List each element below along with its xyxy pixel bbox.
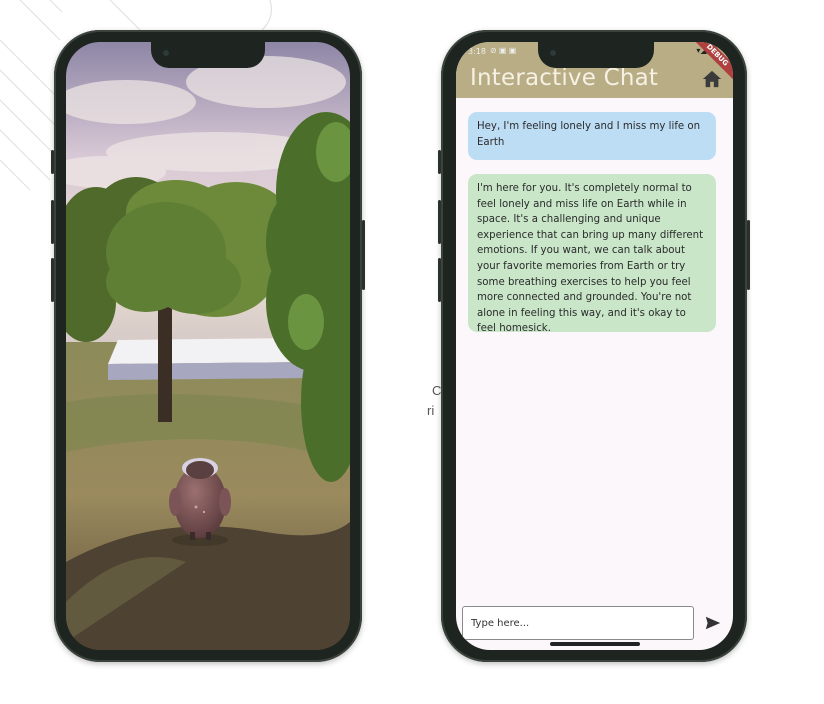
background-text-fragment: C xyxy=(432,383,442,398)
chat-screen: 3:18 ⊘ ▣ ▣ ▾◢▮ Interactive Chat DEBUG He… xyxy=(456,42,733,650)
message-input-container xyxy=(462,606,694,640)
camera-icon xyxy=(163,50,169,56)
phone-side-button xyxy=(51,200,54,244)
assistant-message: I'm here for you. It's completely normal… xyxy=(468,174,716,334)
phone-side-button xyxy=(438,200,441,244)
phone-side-button xyxy=(747,220,750,290)
phone-notch xyxy=(151,42,265,68)
status-notification-icons: ⊘ ▣ ▣ xyxy=(490,46,517,55)
phone-side-button xyxy=(51,150,54,174)
phone-side-button xyxy=(438,258,441,302)
white-block-side xyxy=(108,362,312,380)
home-indicator xyxy=(550,642,640,646)
phone-game-view xyxy=(51,30,365,662)
app-title: Interactive Chat xyxy=(470,65,659,91)
phone-chat-view: 3:18 ⊘ ▣ ▣ ▾◢▮ Interactive Chat DEBUG He… xyxy=(438,30,750,662)
phone-notch xyxy=(538,42,654,68)
phone-side-button xyxy=(51,258,54,302)
tree-trunk xyxy=(158,292,172,422)
background-text-fragment: ri xyxy=(427,403,435,418)
phone-side-button xyxy=(438,150,441,174)
game-3d-scene[interactable] xyxy=(66,42,350,650)
phone-side-button xyxy=(362,220,365,290)
status-time: 3:18 xyxy=(468,47,486,56)
user-message: Hey, I'm feeling lonely and I miss my li… xyxy=(468,112,716,160)
home-icon[interactable] xyxy=(701,69,723,89)
message-input[interactable] xyxy=(463,607,693,639)
game-screen[interactable] xyxy=(66,42,350,650)
send-icon[interactable] xyxy=(704,614,722,632)
camera-icon xyxy=(550,50,556,56)
